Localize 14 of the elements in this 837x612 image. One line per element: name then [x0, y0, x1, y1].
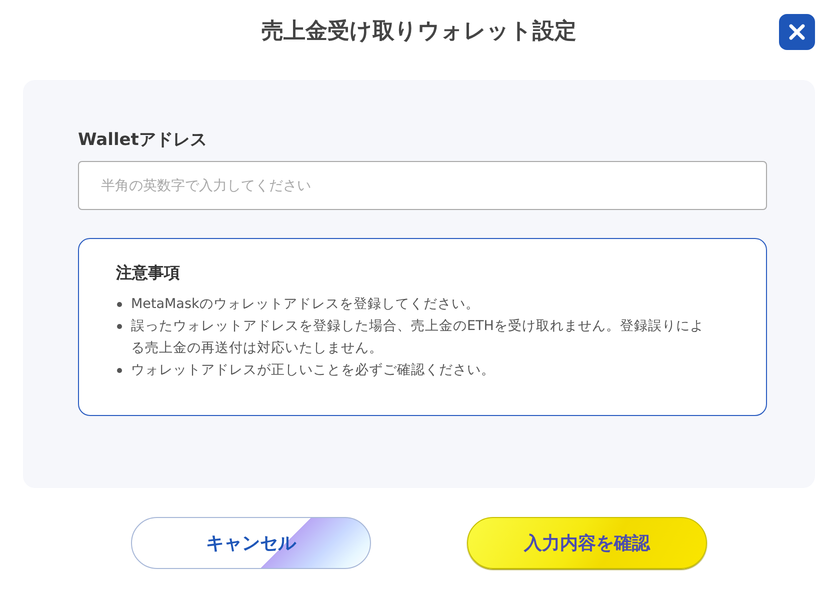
close-icon [787, 22, 807, 42]
wallet-address-input[interactable]: 半角の英数字で入力してください [78, 161, 767, 210]
notice-text: MetaMaskのウォレットアドレスを登録してください。 [131, 295, 480, 314]
field-label: Walletアドレス [78, 129, 207, 152]
notice-text: ウォレットアドレスが正しいことを必ずご確認ください。 [131, 361, 495, 380]
dialog-title: 売上金受け取りウォレット設定 [262, 18, 576, 46]
cancel-button[interactable]: キャンセル [131, 517, 371, 569]
bullet-icon [117, 368, 122, 373]
notice-text: 誤ったウォレットアドレスを登録した場合、売上金のETHを受け取れません。登録誤りによる売上金の再送付は対応いたしません。 [131, 317, 705, 358]
bullet-icon [117, 302, 122, 307]
close-button[interactable] [779, 14, 815, 50]
bullet-icon [117, 324, 122, 329]
notice-title: 注意事項 [116, 262, 180, 284]
confirm-button[interactable]: 入力内容を確認 [467, 517, 707, 569]
